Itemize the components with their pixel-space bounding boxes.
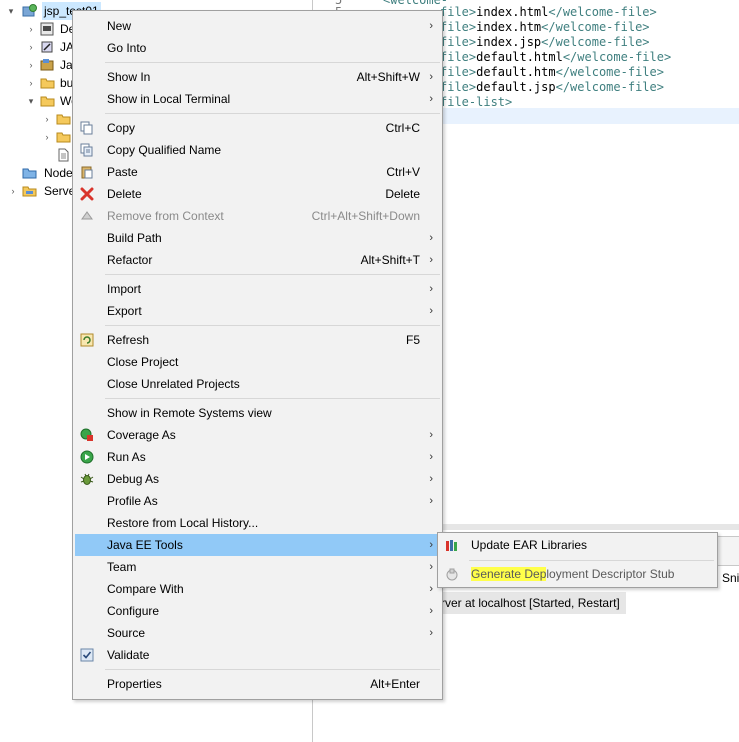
copy-icon [80,121,93,135]
server-entry[interactable]: rver at localhost [Started, Restart] [440,592,626,614]
menu-separator [105,398,440,399]
collapse-arrow-icon[interactable]: ▾ [26,92,36,110]
menu-separator [105,325,440,326]
menu-item-go-into[interactable]: Go Into [75,37,440,59]
submenu-arrow-icon: › [429,71,433,83]
folder-icon [56,114,71,125]
menu-item-close-unrelated-projects[interactable]: Close Unrelated Projects [75,373,440,395]
menu-item-validate[interactable]: Validate [75,644,440,666]
menu-item-properties[interactable]: Properties Alt+Enter [75,673,440,695]
submenu-arrow-icon: › [429,93,433,105]
jax-ws-icon [41,41,53,53]
folder-icon [56,132,71,143]
menu-item-copy-qualified-name[interactable]: Copy Qualified Name [75,139,440,161]
submenu-arrow-icon: › [429,232,433,244]
menu-item-team[interactable]: Team › [75,556,440,578]
menu-item-refresh[interactable]: Refresh F5 [75,329,440,351]
menu-item-debug-as[interactable]: Debug As › [75,468,440,490]
menu-item-show-in[interactable]: Show In Alt+Shift+W › [75,66,440,88]
delete-icon [80,187,94,201]
menu-item-close-project[interactable]: Close Project [75,351,440,373]
menu-item-compare-with[interactable]: Compare With › [75,578,440,600]
menu-item-generate-deployment-descriptor-stub[interactable]: Generate Deployment Descriptor Stub [440,562,715,586]
expand-arrow-icon[interactable]: › [8,182,18,200]
menu-item-configure[interactable]: Configure › [75,600,440,622]
copy-qualified-icon [80,143,93,157]
folder-icon [40,78,55,89]
refresh-icon [80,333,94,347]
file-icon [58,148,69,162]
menu-separator [105,62,440,63]
menu-item-delete[interactable]: Delete Delete [75,183,440,205]
submenu-arrow-icon: › [429,254,433,266]
web-project-icon [22,4,37,17]
menu-item-source[interactable]: Source › [75,622,440,644]
paste-icon [81,166,93,179]
context-menu: New › Go Into Show In Alt+Shift+W › Show… [72,10,443,700]
node-folder-icon [22,168,37,179]
menu-item-profile-as[interactable]: Profile As › [75,490,440,512]
expand-arrow-icon[interactable]: › [26,20,36,38]
submenu-arrow-icon: › [429,627,433,639]
menu-item-restore-local-history[interactable]: Restore from Local History... [75,512,440,534]
menu-item-refactor[interactable]: Refactor Alt+Shift+T › [75,249,440,271]
checkbox-checked-icon [80,648,94,662]
folder-icon [40,96,55,107]
collapse-arrow-icon[interactable]: ▾ [6,2,16,20]
coverage-icon [80,428,93,441]
tree-item[interactable] [0,146,80,164]
menu-item-update-ear-libraries[interactable]: Update EAR Libraries [440,533,715,557]
menu-item-java-ee-tools[interactable]: Java EE Tools › [75,534,440,556]
menu-item-coverage-as[interactable]: Coverage As › [75,424,440,446]
descriptor-stub-icon [446,568,458,581]
tree-item-label: Node [44,166,73,180]
menu-item-show-in-terminal[interactable]: Show in Local Terminal › [75,88,440,110]
menu-item-import[interactable]: Import › [75,278,440,300]
submenu-arrow-icon: › [429,605,433,617]
tree-item[interactable]: › [0,110,80,128]
expand-arrow-icon[interactable]: › [26,74,36,92]
menu-item-export[interactable]: Export › [75,300,440,322]
menu-separator [469,560,714,561]
deployment-descriptor-icon [40,22,54,36]
expand-arrow-icon[interactable]: › [42,110,52,128]
menu-item-build-path[interactable]: Build Path › [75,227,440,249]
tree-item[interactable]: › [0,128,80,146]
remove-context-icon [81,211,93,220]
debug-bug-icon [80,473,94,485]
submenu-arrow-icon: › [429,451,433,463]
java-resources-icon [40,59,54,71]
menu-item-paste[interactable]: Paste Ctrl+V [75,161,440,183]
java-ee-tools-submenu: Update EAR Libraries Generate Deployment… [437,532,718,588]
highlighted-text: Generate Dep [471,567,547,581]
expand-arrow-icon[interactable]: › [26,56,36,74]
menu-separator [105,669,440,670]
submenu-arrow-icon: › [429,473,433,485]
submenu-arrow-icon: › [429,539,433,551]
menu-separator [105,274,440,275]
submenu-arrow-icon: › [429,429,433,441]
run-icon [80,450,94,464]
menu-item-run-as[interactable]: Run As › [75,446,440,468]
submenu-arrow-icon: › [429,283,433,295]
ear-libraries-icon [446,540,457,551]
menu-separator [105,113,440,114]
menu-item-remove-from-context[interactable]: Remove from Context Ctrl+Alt+Shift+Down [75,205,440,227]
tree-item-label: Serve [44,184,76,198]
servers-folder-icon [22,186,37,197]
submenu-arrow-icon: › [429,20,433,32]
menu-item-copy[interactable]: Copy Ctrl+C [75,117,440,139]
submenu-arrow-icon: › [429,561,433,573]
submenu-arrow-icon: › [429,305,433,317]
tab-snippets[interactable]: Sni [722,566,739,590]
menu-item-show-remote-systems[interactable]: Show in Remote Systems view [75,402,440,424]
expand-arrow-icon[interactable]: › [42,128,52,146]
expand-arrow-icon[interactable]: › [26,38,36,56]
menu-item-new[interactable]: New › [75,15,440,37]
submenu-arrow-icon: › [429,495,433,507]
submenu-arrow-icon: › [429,583,433,595]
